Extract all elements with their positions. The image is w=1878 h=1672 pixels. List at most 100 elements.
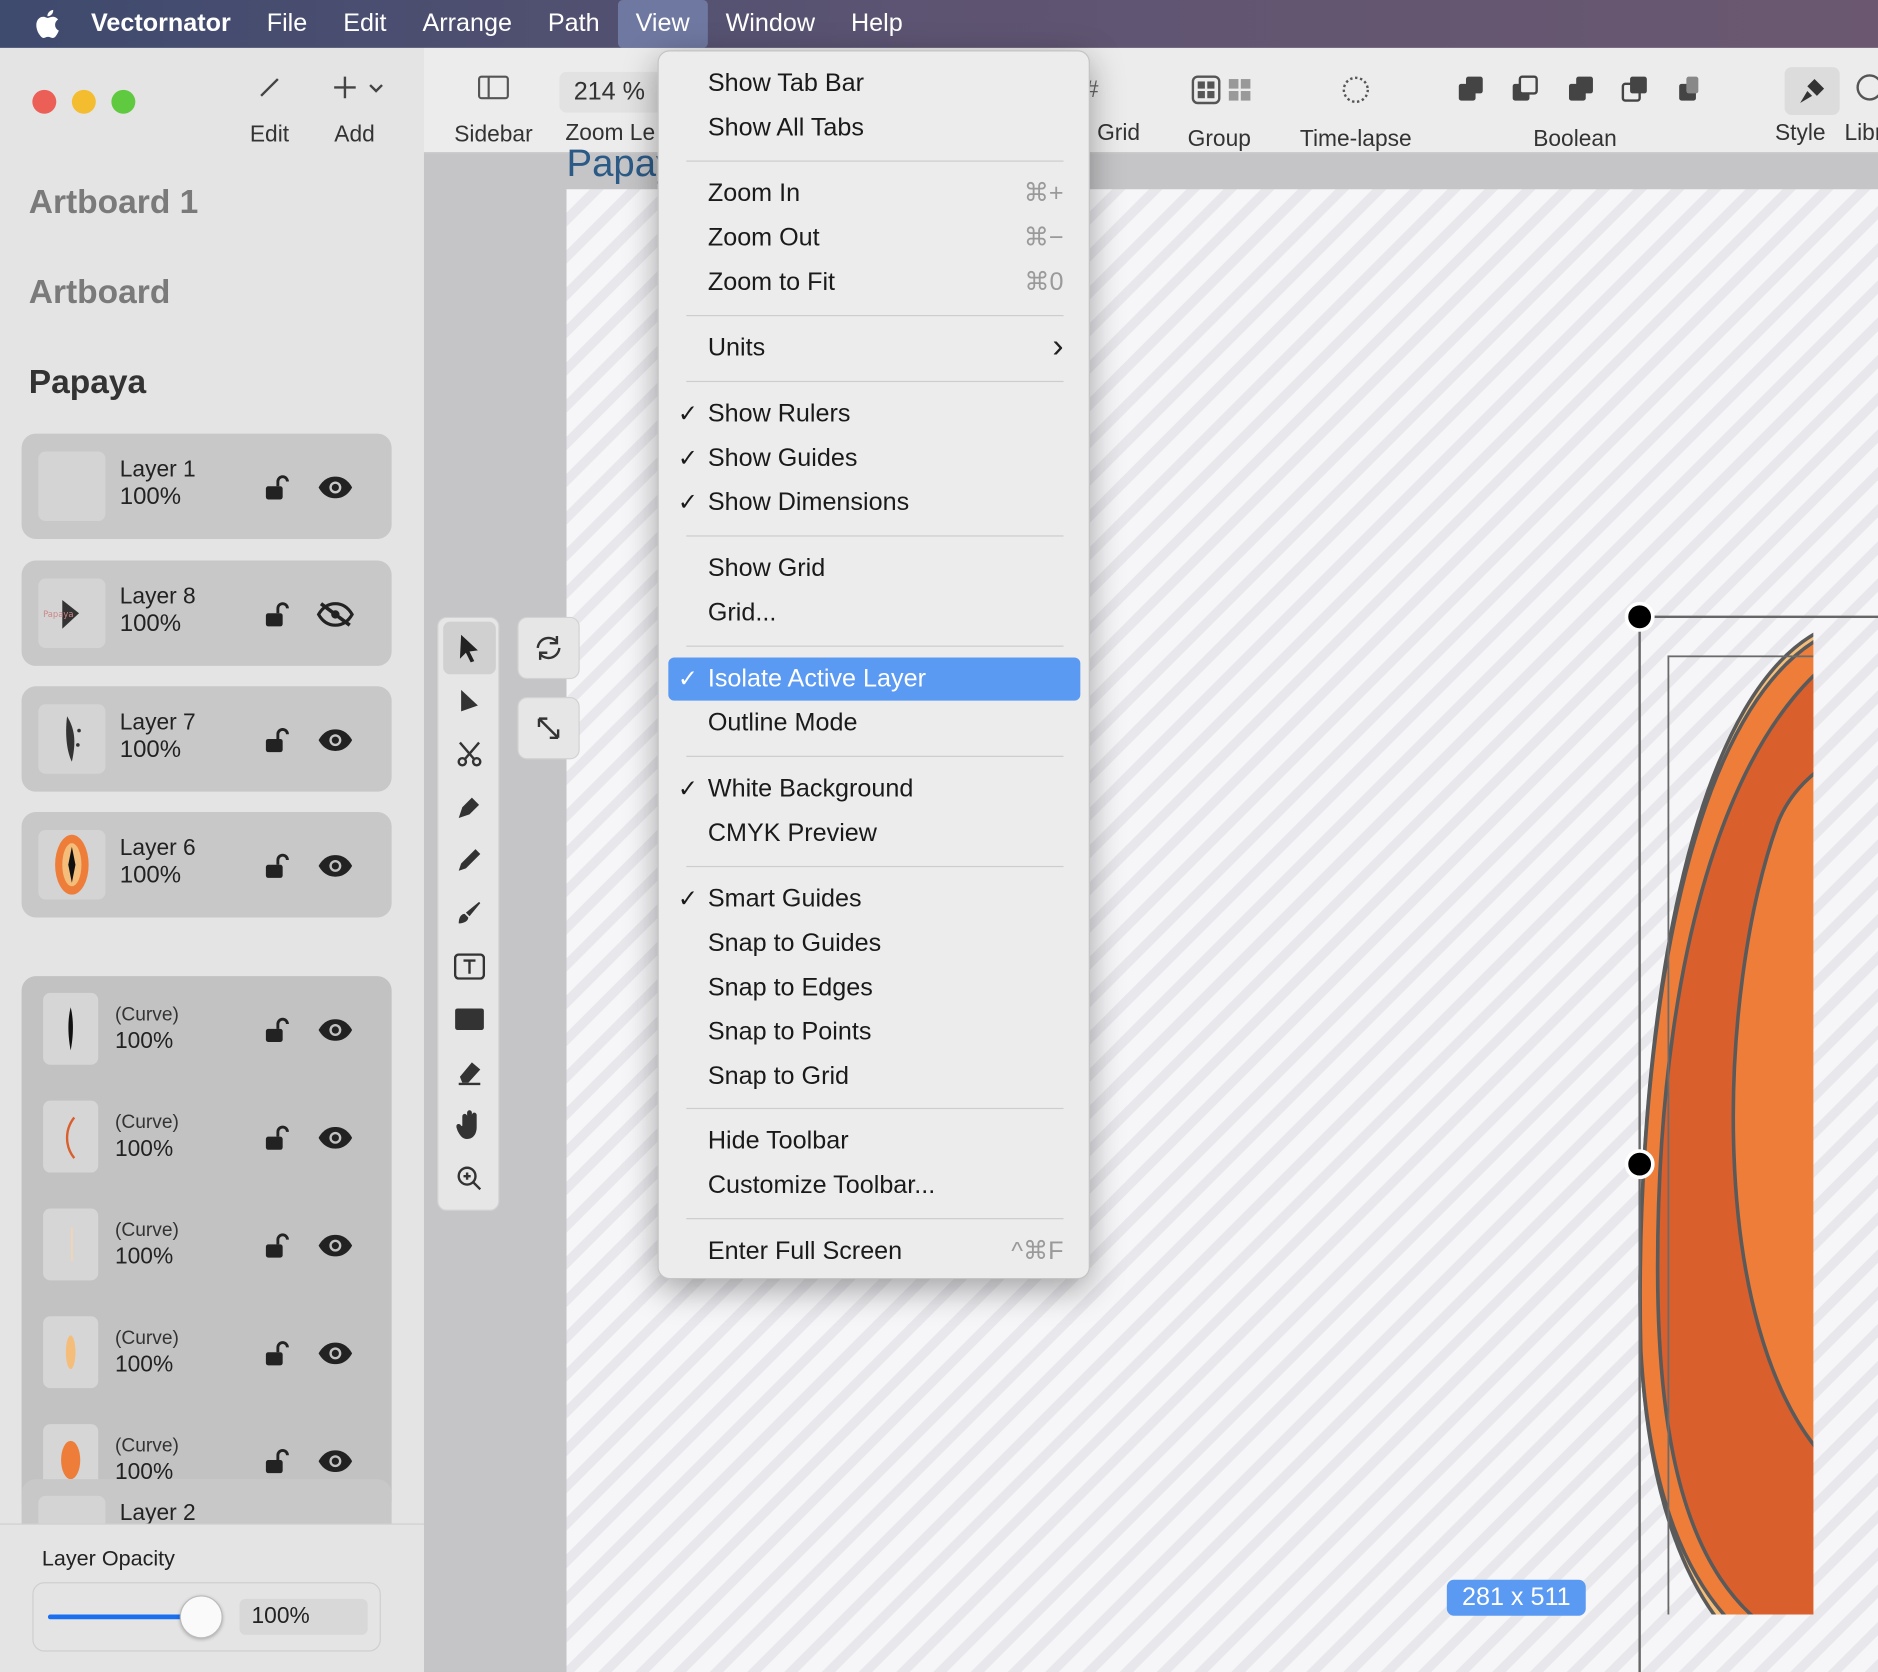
select-tool[interactable] bbox=[443, 621, 496, 675]
eye-icon[interactable] bbox=[316, 474, 354, 500]
edit-button[interactable]: Edit bbox=[240, 74, 300, 148]
rotate-transform-button[interactable] bbox=[517, 616, 580, 680]
eye-icon[interactable] bbox=[316, 853, 354, 879]
menu-item-show-dimensions[interactable]: ✓ Show Dimensions bbox=[668, 481, 1080, 524]
unlock-icon[interactable] bbox=[263, 601, 289, 627]
menu-item-customize-toolbar[interactable]: Customize Toolbar... bbox=[668, 1164, 1080, 1207]
layer-row-6[interactable]: Layer 6 100% bbox=[21, 812, 392, 918]
curve-name: (Curve) bbox=[114, 1328, 179, 1349]
menu-item-show-tab-bar[interactable]: Show Tab Bar bbox=[668, 62, 1080, 105]
unlock-icon[interactable] bbox=[263, 1340, 289, 1366]
eye-icon[interactable] bbox=[316, 727, 354, 753]
unlock-icon[interactable] bbox=[263, 1125, 289, 1151]
menu-item-snap-to-edges[interactable]: Snap to Edges bbox=[668, 967, 1080, 1010]
menu-item-snap-to-guides[interactable]: Snap to Guides bbox=[668, 922, 1080, 965]
menu-item-label: Customize Toolbar... bbox=[707, 1171, 936, 1199]
layer-row-8[interactable]: Papaya Layer 8 100% bbox=[21, 560, 392, 666]
unlock-icon[interactable] bbox=[263, 1448, 289, 1474]
curve-row[interactable]: (Curve) 100% bbox=[22, 1192, 392, 1300]
brush-style-icon bbox=[1800, 79, 1825, 104]
eraser-tool[interactable] bbox=[443, 1046, 496, 1099]
scissors-tool[interactable] bbox=[443, 728, 496, 781]
grid-label[interactable]: Grid bbox=[1097, 121, 1140, 147]
layer-row-7[interactable]: Layer 7 100% bbox=[21, 686, 392, 792]
menu-item-show-grid[interactable]: Show Grid bbox=[668, 547, 1080, 590]
menu-item-zoom-to-fit[interactable]: Zoom to Fit ⌘0 bbox=[668, 261, 1080, 304]
app-menu[interactable]: Vectornator bbox=[81, 0, 248, 48]
menu-help[interactable]: Help bbox=[833, 0, 921, 48]
curve-row[interactable]: (Curve) 100% bbox=[22, 1300, 392, 1408]
menu-item-show-all-tabs[interactable]: Show All Tabs bbox=[668, 107, 1080, 150]
menu-window[interactable]: Window bbox=[708, 0, 833, 48]
menu-item-zoom-out[interactable]: Zoom Out ⌘− bbox=[668, 217, 1080, 260]
menu-item-smart-guides[interactable]: ✓ Smart Guides bbox=[668, 878, 1080, 921]
eye-icon[interactable] bbox=[316, 1232, 354, 1258]
unlock-icon[interactable] bbox=[263, 1017, 289, 1043]
menu-file[interactable]: File bbox=[249, 0, 325, 48]
artboard-title[interactable]: Artboard bbox=[29, 273, 171, 311]
curve-name: (Curve) bbox=[114, 1220, 179, 1241]
menu-arrange[interactable]: Arrange bbox=[405, 0, 530, 48]
close-window-button[interactable] bbox=[32, 89, 57, 114]
unlock-icon[interactable] bbox=[263, 474, 289, 500]
eye-hidden-icon[interactable] bbox=[316, 601, 354, 627]
menu-item-cmyk-preview[interactable]: CMYK Preview bbox=[668, 812, 1080, 855]
opacity-slider-knob[interactable] bbox=[179, 1595, 223, 1639]
layer-row-2[interactable]: Layer 2 bbox=[21, 1479, 392, 1528]
opacity-value-field[interactable]: 100% bbox=[239, 1598, 368, 1635]
boolean-buttons[interactable]: Boolean bbox=[1442, 74, 1708, 153]
menu-edit[interactable]: Edit bbox=[325, 0, 404, 48]
menu-item-snap-to-points[interactable]: Snap to Points bbox=[668, 1011, 1080, 1054]
menu-separator bbox=[686, 865, 1064, 868]
sidebar-toggle-button[interactable]: Sidebar bbox=[450, 74, 536, 148]
layer-row-1[interactable]: Layer 1 100% bbox=[21, 433, 392, 539]
unlock-icon[interactable] bbox=[263, 1232, 289, 1258]
scale-transform-button[interactable] bbox=[517, 697, 580, 760]
minimize-window-button[interactable] bbox=[71, 89, 96, 114]
pen-tool[interactable] bbox=[443, 781, 496, 834]
add-button[interactable]: Add bbox=[321, 74, 388, 148]
menu-view[interactable]: View bbox=[617, 0, 708, 48]
hand-tool[interactable] bbox=[443, 1098, 496, 1151]
menu-item-outline-mode[interactable]: Outline Mode bbox=[668, 702, 1080, 745]
menu-path[interactable]: Path bbox=[530, 0, 618, 48]
menu-item-show-rulers[interactable]: ✓ Show Rulers bbox=[668, 393, 1080, 436]
eye-icon[interactable] bbox=[316, 1125, 354, 1151]
eye-icon[interactable] bbox=[316, 1448, 354, 1474]
eye-icon[interactable] bbox=[316, 1017, 354, 1043]
library-label[interactable]: Libr bbox=[1844, 121, 1878, 147]
menu-item-grid[interactable]: Grid... bbox=[668, 592, 1080, 635]
artboard-1-title[interactable]: Artboard 1 bbox=[29, 183, 199, 221]
menu-item-white-background[interactable]: ✓ White Background bbox=[668, 768, 1080, 811]
menu-item-units[interactable]: Units › bbox=[668, 327, 1080, 370]
zoom-tool[interactable] bbox=[443, 1152, 496, 1205]
menu-item-isolate-active-layer[interactable]: ✓ Isolate Active Layer bbox=[668, 657, 1081, 701]
menu-item-zoom-in[interactable]: Zoom In ⌘+ bbox=[668, 172, 1080, 215]
menu-item-snap-to-grid[interactable]: Snap to Grid bbox=[668, 1055, 1080, 1098]
curve-row[interactable]: (Curve) 100% bbox=[22, 1084, 392, 1192]
menu-item-enter-full-screen[interactable]: Enter Full Screen ^⌘F bbox=[668, 1230, 1080, 1273]
apple-logo-icon[interactable] bbox=[29, 0, 65, 48]
menu-item-label: Show Tab Bar bbox=[707, 69, 864, 98]
eye-icon[interactable] bbox=[316, 1340, 354, 1366]
library-icon[interactable] bbox=[1856, 74, 1878, 101]
selection-bounds[interactable] bbox=[1191, 297, 1878, 1672]
menu-item-hide-toolbar[interactable]: Hide Toolbar bbox=[668, 1120, 1080, 1163]
text-tool[interactable] bbox=[443, 940, 496, 993]
pencil-tool[interactable] bbox=[443, 834, 496, 887]
curve-row[interactable]: (Curve) 100% bbox=[22, 976, 392, 1084]
group-button[interactable]: Group bbox=[1167, 74, 1272, 153]
papaya-artboard-title[interactable]: Papaya bbox=[29, 363, 146, 401]
layer-opacity: 100% bbox=[119, 862, 182, 889]
unlock-icon[interactable] bbox=[263, 853, 289, 879]
brush-tool[interactable] bbox=[443, 886, 496, 939]
menu-item-show-guides[interactable]: ✓ Show Guides bbox=[668, 437, 1080, 480]
direct-select-tool[interactable] bbox=[443, 676, 496, 729]
timelapse-button[interactable]: Time-lapse bbox=[1294, 74, 1419, 153]
canvas-area[interactable]: Papay 281 x 511 bbox=[423, 141, 1878, 1672]
zoom-level-field[interactable]: 214 % bbox=[559, 71, 663, 113]
unlock-icon[interactable] bbox=[263, 727, 289, 753]
shape-tool[interactable] bbox=[443, 993, 496, 1046]
style-button[interactable] bbox=[1784, 67, 1840, 115]
zoom-window-button[interactable] bbox=[111, 89, 136, 114]
